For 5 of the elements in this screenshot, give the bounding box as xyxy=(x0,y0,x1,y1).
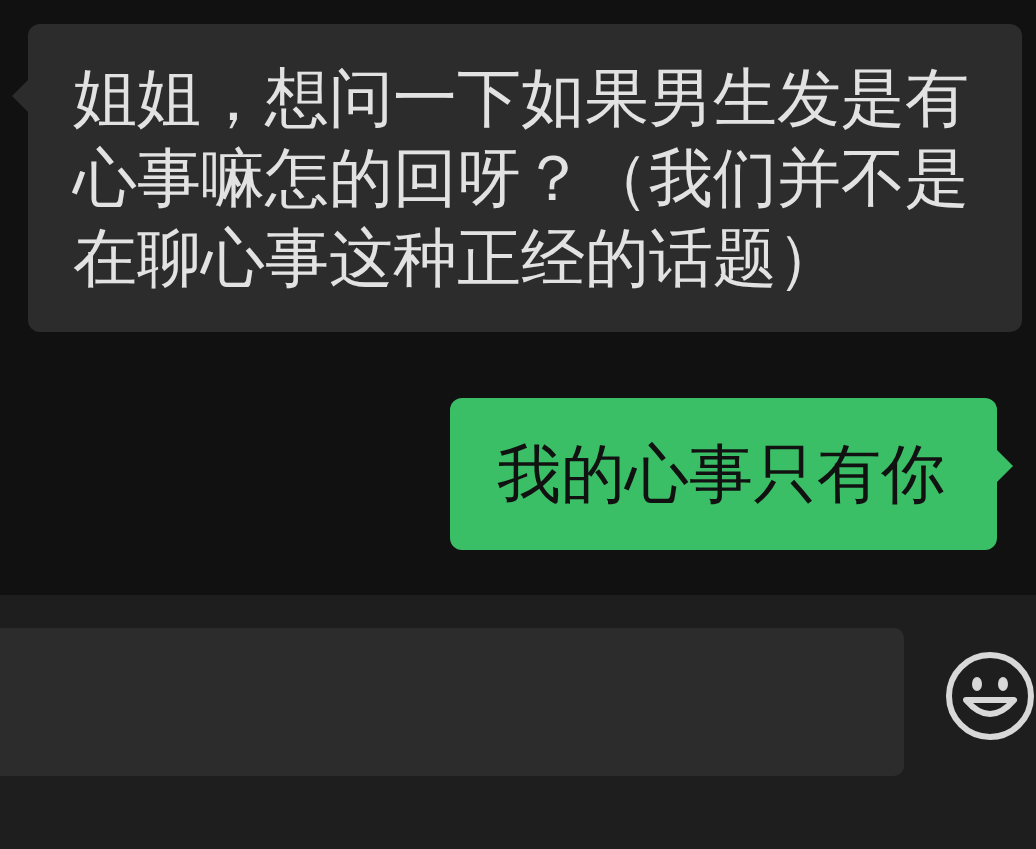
received-message: 姐姐，想问一下如果男生发是有心事嘛怎的回呀？（我们并不是在聊心事这种正经的话题） xyxy=(28,24,1022,332)
sent-message: 我的心事只有你 xyxy=(450,398,997,550)
emoji-icon[interactable] xyxy=(944,650,1036,742)
bubble-tail xyxy=(997,450,1013,482)
bubble-tail xyxy=(12,80,28,112)
